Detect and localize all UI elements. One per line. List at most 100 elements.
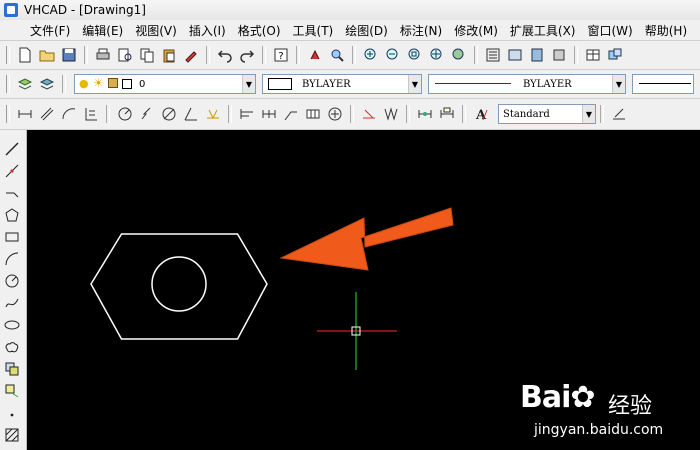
insert-block-icon[interactable]: [3, 360, 21, 378]
construction-line-icon[interactable]: [3, 162, 21, 180]
sun-icon: ☀: [93, 76, 104, 90]
toolbar-separator: [352, 46, 356, 64]
menu-dimension[interactable]: 标注(N): [394, 22, 448, 39]
layer-previous-icon[interactable]: [38, 75, 56, 93]
menu-modify[interactable]: 修改(M): [448, 22, 504, 39]
toolbar-grip[interactable]: [6, 105, 10, 123]
zoom-out-icon[interactable]: [384, 46, 402, 64]
menu-help[interactable]: 帮助(H): [639, 22, 693, 39]
ordinate-dim-icon[interactable]: [82, 105, 100, 123]
arc-length-icon[interactable]: [60, 105, 78, 123]
arc-icon[interactable]: [3, 250, 21, 268]
menu-insert[interactable]: 插入(I): [183, 22, 232, 39]
chevron-down-icon[interactable]: ▼: [408, 75, 421, 93]
text-style-dropdown[interactable]: Standard ▼: [498, 104, 596, 124]
hexagon-shape[interactable]: [90, 233, 268, 340]
make-block-icon[interactable]: [3, 382, 21, 400]
menu-extend-tools[interactable]: 扩展工具(X): [504, 22, 582, 39]
rectangle-icon[interactable]: [3, 228, 21, 246]
quick-dim-icon[interactable]: [204, 105, 222, 123]
lock-icon: [108, 78, 118, 88]
multiline-text-icon[interactable]: [610, 105, 628, 123]
menu-window[interactable]: 窗口(W): [582, 22, 639, 39]
radius-dim-icon[interactable]: [116, 105, 134, 123]
layer-manager-icon[interactable]: [16, 75, 34, 93]
inner-circle-shape[interactable]: [151, 256, 207, 312]
linetype-value: BYLAYER: [523, 78, 572, 90]
chevron-down-icon[interactable]: ▼: [242, 75, 255, 93]
print-preview-icon[interactable]: [116, 46, 134, 64]
zoom-window-icon[interactable]: [406, 46, 424, 64]
drawing-canvas[interactable]: Bai✿ 经验 jingyan.baidu.com: [27, 130, 700, 450]
jogged-dim-icon[interactable]: [138, 105, 156, 123]
toolbar-grip[interactable]: [6, 46, 10, 64]
text-style-icon[interactable]: A: [472, 105, 490, 123]
toolbar-separator: [262, 46, 266, 64]
toolbar-grip[interactable]: [6, 75, 10, 93]
linetype-dropdown[interactable]: BYLAYER ▼: [428, 74, 626, 94]
match-properties-icon[interactable]: [182, 46, 200, 64]
zoom-in-icon[interactable]: [362, 46, 380, 64]
circle-icon[interactable]: [3, 272, 21, 290]
continue-dim-icon[interactable]: [260, 105, 278, 123]
menu-tools[interactable]: 工具(T): [287, 22, 340, 39]
polygon-icon[interactable]: [3, 206, 21, 224]
save-icon[interactable]: [60, 46, 78, 64]
design-center-icon[interactable]: [506, 46, 524, 64]
tolerance-icon[interactable]: [304, 105, 322, 123]
undo-icon[interactable]: [216, 46, 234, 64]
menu-view[interactable]: 视图(V): [129, 22, 183, 39]
external-ref-icon[interactable]: [606, 46, 624, 64]
menu-draw[interactable]: 绘图(D): [339, 22, 394, 39]
menu-file[interactable]: 文件(F): [0, 22, 76, 39]
chevron-down-icon[interactable]: ▼: [612, 75, 625, 93]
center-mark-icon[interactable]: [326, 105, 344, 123]
dim-edit-icon[interactable]: [360, 105, 378, 123]
copy-icon[interactable]: [138, 46, 156, 64]
hatch-icon[interactable]: [3, 426, 21, 444]
new-icon[interactable]: [16, 46, 34, 64]
spline-icon[interactable]: [3, 294, 21, 312]
pan-icon[interactable]: [306, 46, 324, 64]
block-icon[interactable]: [550, 46, 568, 64]
color-square-icon: [122, 79, 132, 89]
toolbar-separator: [574, 46, 578, 64]
properties-icon[interactable]: [484, 46, 502, 64]
help-icon[interactable]: ?: [272, 46, 290, 64]
dim-update-icon[interactable]: [416, 105, 434, 123]
paste-icon[interactable]: [160, 46, 178, 64]
layer-dropdown[interactable]: ● ☀ 0 ▼: [74, 74, 256, 94]
linear-dim-icon[interactable]: [16, 105, 34, 123]
quick-leader-icon[interactable]: [282, 105, 300, 123]
polyline-icon[interactable]: [3, 184, 21, 202]
window-title: VHCAD - [Drawing1]: [24, 3, 146, 17]
chevron-down-icon[interactable]: ▼: [582, 105, 595, 123]
zoom-realtime-icon[interactable]: [328, 46, 346, 64]
print-icon[interactable]: [94, 46, 112, 64]
dim-style-icon[interactable]: [438, 105, 456, 123]
draw-toolbar: [0, 130, 27, 450]
toolbar-separator: [106, 105, 110, 123]
aligned-dim-icon[interactable]: [38, 105, 56, 123]
revision-cloud-icon[interactable]: [3, 338, 21, 356]
baidu-logo: Bai✿: [520, 380, 596, 415]
line-icon[interactable]: [3, 140, 21, 158]
linetype-sample: [435, 83, 511, 84]
tool-palette-icon[interactable]: [528, 46, 546, 64]
point-icon[interactable]: [3, 404, 21, 422]
toolbar-separator: [600, 105, 604, 123]
ellipse-icon[interactable]: [3, 316, 21, 334]
zoom-all-icon[interactable]: [450, 46, 468, 64]
dim-text-edit-icon[interactable]: [382, 105, 400, 123]
angular-dim-icon[interactable]: [182, 105, 200, 123]
menu-edit[interactable]: 编辑(E): [76, 22, 129, 39]
redo-icon[interactable]: [238, 46, 256, 64]
zoom-extents-icon[interactable]: [428, 46, 446, 64]
baseline-dim-icon[interactable]: [238, 105, 256, 123]
lineweight-dropdown[interactable]: [632, 74, 694, 94]
diameter-dim-icon[interactable]: [160, 105, 178, 123]
color-dropdown[interactable]: BYLAYER ▼: [262, 74, 422, 94]
table-icon[interactable]: [584, 46, 602, 64]
menu-format[interactable]: 格式(O): [232, 22, 287, 39]
open-icon[interactable]: [38, 46, 56, 64]
